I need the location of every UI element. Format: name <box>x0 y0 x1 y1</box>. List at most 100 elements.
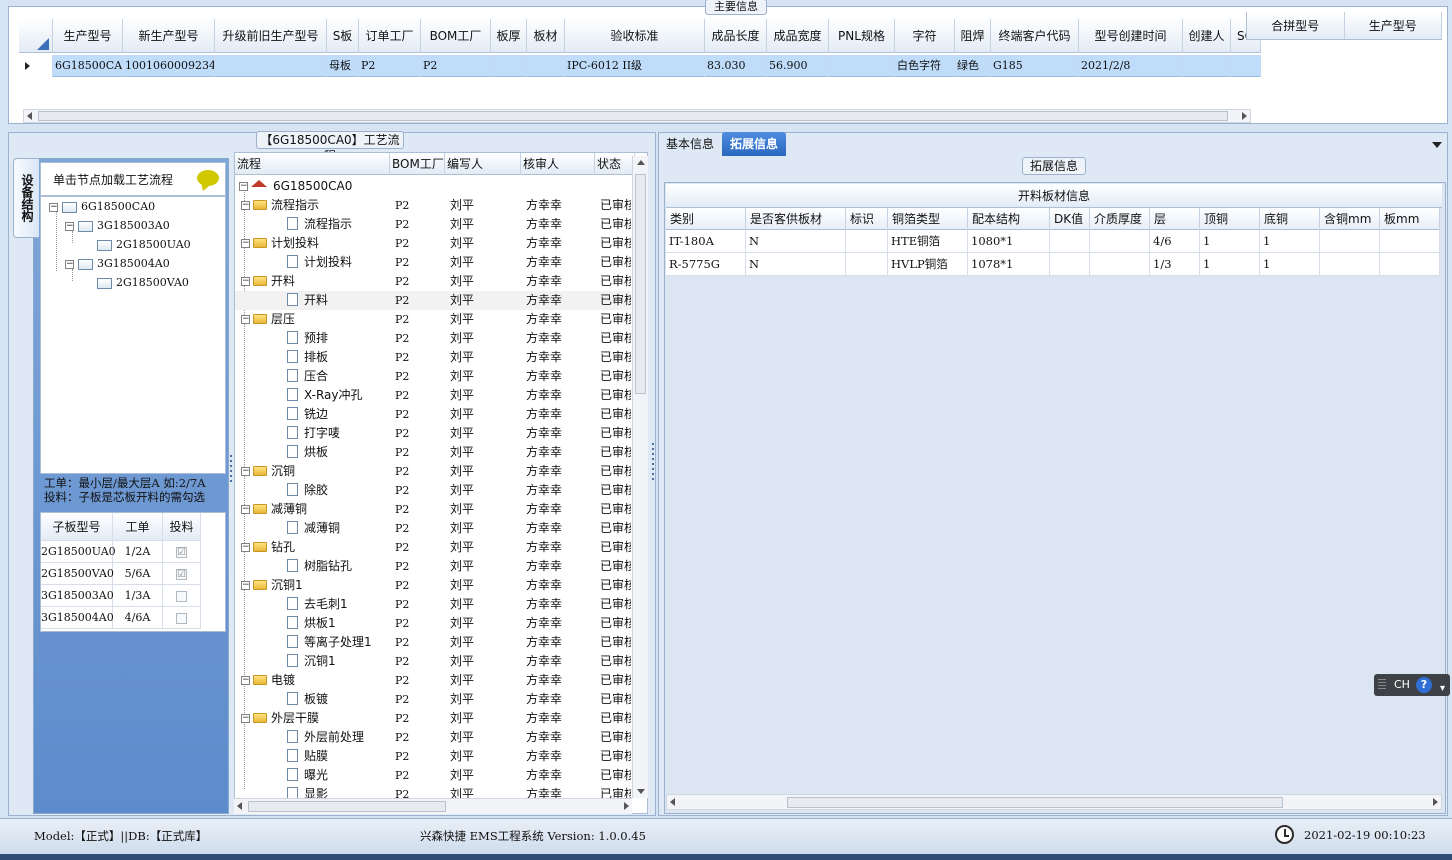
col-header[interactable]: 类别 <box>666 208 746 230</box>
process-name-cell[interactable]: − 开料 <box>235 272 390 291</box>
col-header[interactable]: 核审人 <box>521 153 595 175</box>
tab-dropdown-icon[interactable] <box>1432 142 1442 148</box>
table-row[interactable]: 3G185004A0 4/6A <box>41 607 201 629</box>
process-name-cell[interactable]: − 减薄铜 <box>235 500 390 519</box>
grid-cell[interactable] <box>491 55 527 77</box>
grid-cell[interactable] <box>1231 55 1261 77</box>
table-cell[interactable]: 1 <box>1260 230 1320 253</box>
process-row[interactable]: − 流程指示 P2 刘平 方幸幸 已审核 <box>235 196 631 215</box>
process-grid-hscrollbar[interactable] <box>234 798 632 814</box>
table-cell[interactable] <box>1320 253 1380 276</box>
process-name-cell[interactable]: 开料 <box>235 291 390 310</box>
feed-checkbox[interactable] <box>176 590 187 602</box>
main-grid-row[interactable]: 6G18500CA0 10010600092346 母板 P2 P2 IPC-6012 I… <box>19 55 1261 77</box>
process-name-cell[interactable]: 曝光 <box>235 766 390 785</box>
table-cell[interactable] <box>1320 230 1380 253</box>
process-row[interactable]: 打字唛 P2 刘平 方幸幸 已审核 <box>235 424 631 443</box>
process-name-cell[interactable]: − 沉铜 <box>235 462 390 481</box>
process-name-cell[interactable]: 贴膜 <box>235 747 390 766</box>
collapse-toggle[interactable]: − <box>241 239 250 248</box>
chevron-down-icon[interactable]: ▾ <box>1440 678 1445 700</box>
process-grid-vscrollbar[interactable] <box>632 156 648 798</box>
col-header[interactable]: 验收标准 <box>565 19 705 53</box>
grid-cell[interactable]: 母板 <box>327 55 359 77</box>
process-name-cell[interactable]: 预排 <box>235 329 390 348</box>
grid-cell[interactable]: 83.030 <box>705 55 767 77</box>
table-cell[interactable]: IT-180A <box>666 230 746 253</box>
tree-node[interactable]: −3G185003A0 <box>65 217 170 235</box>
scroll-up-icon[interactable] <box>637 160 645 165</box>
process-row[interactable]: − 钻孔 P2 刘平 方幸幸 已审核 <box>235 538 631 557</box>
process-row[interactable]: 开料 P2 刘平 方幸幸 已审核 <box>235 291 631 310</box>
grid-cell[interactable]: 56.900 <box>767 55 829 77</box>
col-header[interactable]: BOM工厂 <box>421 19 491 53</box>
col-header[interactable]: 订单工厂 <box>359 19 421 53</box>
process-row[interactable]: − 外层干膜 P2 刘平 方幸幸 已审核 <box>235 709 631 728</box>
board-feed-cell[interactable]: ☑ <box>163 541 201 563</box>
tab-device-structure[interactable]: 设备结构 <box>13 158 39 238</box>
grid-cell[interactable]: 6G18500CA0 <box>53 55 123 77</box>
col-header[interactable]: 含铜mm <box>1320 208 1380 230</box>
col-header[interactable]: 成品宽度 <box>767 19 829 53</box>
grid-cell[interactable]: G185 <box>991 55 1079 77</box>
process-row[interactable]: 板镀 P2 刘平 方幸幸 已审核 <box>235 690 631 709</box>
process-name-cell[interactable]: 烘板 <box>235 443 390 462</box>
process-row[interactable]: 曝光 P2 刘平 方幸幸 已审核 <box>235 766 631 785</box>
grid-cell[interactable] <box>1183 55 1231 77</box>
col-header[interactable]: 编写人 <box>445 153 521 175</box>
process-name-cell[interactable]: 树脂钻孔 <box>235 557 390 576</box>
col-header[interactable]: 投料 <box>163 513 201 541</box>
grid-cell[interactable]: 10010600092346 <box>123 55 215 77</box>
process-row[interactable]: 压合 P2 刘平 方幸幸 已审核 <box>235 367 631 386</box>
col-header[interactable]: PNL规格 <box>829 19 895 53</box>
collapse-toggle[interactable]: − <box>241 505 250 514</box>
grid-cell[interactable]: P2 <box>359 55 421 77</box>
grid-cell[interactable]: P2 <box>421 55 491 77</box>
process-name-cell[interactable]: 板镀 <box>235 690 390 709</box>
table-cell[interactable]: 1/3 <box>1150 253 1200 276</box>
col-header[interactable]: 新生产型号 <box>123 19 215 53</box>
col-header[interactable]: 升级前旧生产型号 <box>215 19 327 53</box>
table-row[interactable]: IT-180A N HTE铜箔 1080*1 4/6 1 1 <box>666 230 1440 253</box>
process-row[interactable]: 减薄铜 P2 刘平 方幸幸 已审核 <box>235 519 631 538</box>
process-name-cell[interactable]: 铣边 <box>235 405 390 424</box>
process-name-cell[interactable]: 打字唛 <box>235 424 390 443</box>
col-header[interactable]: 型号创建时间 <box>1079 19 1183 53</box>
process-name-cell[interactable]: 减薄铜 <box>235 519 390 538</box>
board-feed-cell[interactable] <box>163 585 201 607</box>
process-name-cell[interactable]: 流程指示 <box>235 215 390 234</box>
collapse-toggle[interactable]: − <box>241 581 250 590</box>
col-header[interactable]: 工单 <box>113 513 163 541</box>
scroll-down-icon[interactable] <box>637 789 645 794</box>
table-row[interactable]: 3G185003A0 1/3A <box>41 585 201 607</box>
table-cell[interactable]: 1 <box>1200 230 1260 253</box>
middle-splitter-handle[interactable] <box>650 440 656 510</box>
merge-col-header[interactable]: 合拼型号 <box>1247 12 1345 39</box>
scroll-left-icon[interactable] <box>237 802 242 810</box>
col-header[interactable]: 板材 <box>527 19 565 53</box>
table-cell[interactable] <box>1380 230 1440 253</box>
process-row[interactable]: 沉铜1 P2 刘平 方幸幸 已审核 <box>235 652 631 671</box>
table-cell[interactable] <box>846 230 888 253</box>
merge-col-header[interactable]: 生产型号 <box>1345 12 1442 39</box>
col-header[interactable]: 顶铜 <box>1200 208 1260 230</box>
process-row[interactable]: 计划投料 P2 刘平 方幸幸 已审核 <box>235 253 631 272</box>
col-header[interactable]: 板mm <box>1380 208 1440 230</box>
ime-language[interactable]: CH <box>1394 674 1410 696</box>
grid-cell[interactable]: 绿色 <box>955 55 991 77</box>
table-cell[interactable]: R-5775G <box>666 253 746 276</box>
table-cell[interactable]: 1078*1 <box>968 253 1050 276</box>
tree-node[interactable]: 2G18500VA0 <box>97 274 189 292</box>
grid-cell[interactable] <box>527 55 565 77</box>
scroll-right-icon[interactable] <box>1242 112 1247 120</box>
col-header[interactable]: 生产型号 <box>53 19 123 53</box>
collapse-toggle[interactable]: − <box>241 201 250 210</box>
process-row[interactable]: − 层压 P2 刘平 方幸幸 已审核 <box>235 310 631 329</box>
ime-toolbar[interactable]: CH ? ▾ <box>1374 674 1450 696</box>
scroll-left-icon[interactable] <box>670 798 675 806</box>
process-name-cell[interactable]: − 层压 <box>235 310 390 329</box>
col-header[interactable]: S板 <box>327 19 359 53</box>
col-header[interactable]: 子板型号 <box>41 513 113 541</box>
scroll-thumb[interactable] <box>787 797 1283 808</box>
process-name-cell[interactable]: 沉铜1 <box>235 652 390 671</box>
